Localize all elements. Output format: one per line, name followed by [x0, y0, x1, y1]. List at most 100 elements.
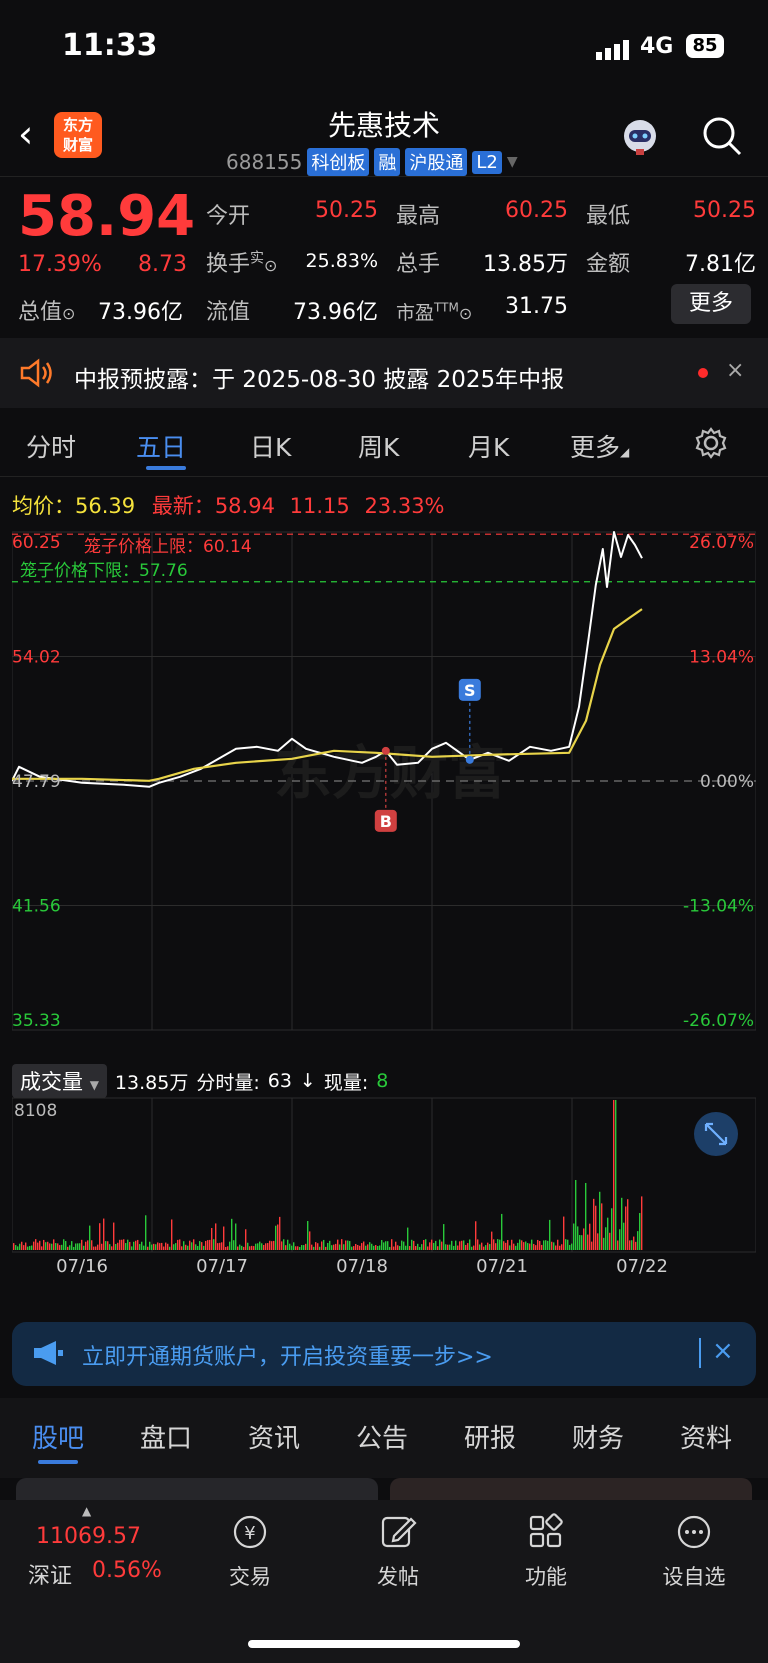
volume-bar: [141, 1241, 143, 1250]
volume-bar: [521, 1240, 523, 1250]
volume-bar: [385, 1241, 387, 1250]
nav-trade[interactable]: ¥ 交易: [200, 1512, 300, 1591]
volume-bar: [391, 1239, 393, 1250]
forum-card[interactable]: [16, 1478, 378, 1500]
chevron-down-icon[interactable]: ▼: [507, 154, 518, 170]
tab-five-day[interactable]: 五日: [136, 428, 186, 464]
volume-bar: [75, 1243, 77, 1250]
price-chart[interactable]: 东方财富SB60.25 26.07%54.02 13.04%47.79 0.00%41…: [12, 528, 756, 1068]
tab-research[interactable]: 研报: [464, 1418, 516, 1455]
volume-bar: [145, 1215, 147, 1250]
volume-bar: [579, 1235, 581, 1250]
cage-lower-label: 笼子价格下限：57.76: [20, 561, 188, 581]
volume-bar: [523, 1242, 525, 1250]
volume-bar: [513, 1243, 515, 1250]
volume-bar: [301, 1245, 303, 1250]
volume-chart[interactable]: 8108 07/16 07/17 07/18 07/21 07/22: [12, 1096, 756, 1282]
ad-text[interactable]: 立即开通期货账户，开启投资重要一步>>: [82, 1339, 493, 1371]
forum-card[interactable]: [390, 1478, 752, 1500]
stock-subtitle[interactable]: 688155 科创板 融 沪股通 L2 ▼: [226, 148, 518, 176]
index-value[interactable]: 11069.57: [36, 1524, 141, 1549]
volume-bar: [543, 1240, 545, 1250]
robot-assistant-icon[interactable]: [616, 112, 664, 160]
volume-bar: [393, 1246, 395, 1250]
volume-bar: [395, 1241, 397, 1250]
volume-bar: [425, 1239, 427, 1250]
tab-monthly-k[interactable]: 月K: [468, 428, 509, 464]
volume-bar: [553, 1242, 555, 1250]
volume-bar: [357, 1244, 359, 1250]
expand-icon[interactable]: [694, 1112, 738, 1156]
amount-label: 金额: [586, 252, 631, 277]
volume-bar: [57, 1243, 59, 1250]
nav-add-watchlist[interactable]: 设自选: [644, 1512, 744, 1591]
volume-bar: [389, 1246, 391, 1250]
more-button[interactable]: 更多: [671, 284, 751, 324]
volume-bar: [123, 1239, 125, 1250]
volume-bar: [277, 1224, 279, 1250]
volume-bar: [165, 1242, 167, 1250]
volume-bar: [501, 1213, 503, 1250]
notice-text[interactable]: 中报预披露：于 2025-08-30 披露 2025年中报: [74, 360, 564, 394]
nav-functions[interactable]: 功能: [496, 1512, 596, 1591]
volume-bar: [397, 1245, 399, 1250]
y-tick-label: 35.33: [12, 1011, 61, 1031]
volume-bar: [173, 1244, 175, 1250]
last-value: 58.94: [214, 494, 275, 518]
info-icon[interactable]: ⊙: [264, 256, 277, 275]
tab-intraday[interactable]: 分时: [26, 428, 76, 464]
edit-icon: [348, 1512, 448, 1557]
volume-bar: [455, 1240, 457, 1250]
volume-bar: [125, 1243, 127, 1250]
volume-bar: [189, 1240, 191, 1250]
volume-bar: [39, 1240, 41, 1250]
index-percent[interactable]: 0.56%: [92, 1558, 162, 1583]
volume-bar: [243, 1246, 245, 1250]
info-icon[interactable]: ⊙: [62, 304, 75, 323]
pe-label: 市盈TTM⊙: [396, 298, 472, 325]
volume-bar: [297, 1246, 299, 1250]
volume-bar: [171, 1219, 173, 1250]
volume-bar: [35, 1239, 37, 1250]
volume-bar: [349, 1241, 351, 1250]
tab-orderbook[interactable]: 盘口: [140, 1418, 192, 1455]
volume-bar: [287, 1239, 289, 1250]
current-volume-label: 现量:: [323, 1071, 369, 1094]
volume-bar: [599, 1191, 601, 1250]
search-icon[interactable]: [702, 116, 742, 160]
volume-bar: [47, 1241, 49, 1250]
volume-bar: [325, 1246, 327, 1250]
turnover-sup: 实: [250, 250, 265, 267]
volume-bar: [37, 1242, 39, 1250]
index-name[interactable]: 深证: [28, 1558, 72, 1590]
volume-bar: [615, 1100, 617, 1250]
tab-profile[interactable]: 资料: [680, 1418, 732, 1455]
info-icon[interactable]: ⊙: [459, 304, 472, 323]
volume-bar: [137, 1239, 139, 1250]
volume-bar: [593, 1198, 595, 1250]
volume-bar: [337, 1239, 339, 1250]
tab-more[interactable]: 更多◢: [570, 428, 629, 464]
volume-bar: [565, 1239, 567, 1250]
nav-post[interactable]: 发帖: [348, 1512, 448, 1591]
close-icon[interactable]: ×: [726, 358, 744, 383]
volume-bar: [115, 1243, 117, 1250]
volume-bar: [505, 1242, 507, 1250]
tab-forum[interactable]: 股吧: [32, 1418, 84, 1455]
tab-weekly-k[interactable]: 周K: [358, 428, 399, 464]
tab-finance[interactable]: 财务: [572, 1418, 624, 1455]
settings-icon[interactable]: [694, 426, 728, 464]
volume-bar: [151, 1244, 153, 1250]
marker-B-dot: [381, 746, 390, 755]
volume-bar: [383, 1242, 385, 1250]
tab-announcements[interactable]: 公告: [356, 1418, 408, 1455]
volume-bar: [61, 1244, 63, 1250]
volume-bar: [613, 1100, 615, 1250]
tab-news[interactable]: 资讯: [248, 1418, 300, 1455]
close-icon[interactable]: ×: [712, 1336, 734, 1366]
open-label: 今开: [206, 204, 251, 229]
indicator-select[interactable]: 成交量 ▼: [12, 1064, 107, 1098]
tab-daily-k[interactable]: 日K: [250, 428, 291, 464]
volume-bar: [33, 1241, 35, 1250]
volume-bar: [295, 1246, 297, 1250]
